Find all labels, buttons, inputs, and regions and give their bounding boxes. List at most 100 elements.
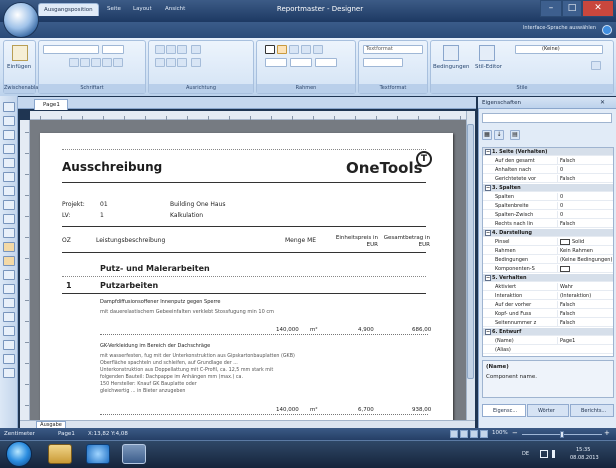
property-row[interactable]: (Name) Page1 [483,337,613,345]
property-row[interactable]: Pinsel Solid [483,238,613,246]
align-top-center-button[interactable] [166,45,176,54]
rich-text-tool-icon[interactable] [3,130,15,140]
property-value[interactable]: (Interaktion) [557,292,613,300]
property-row[interactable]: Spalten-Zwisch 0 [483,211,613,219]
object-selector-combo[interactable] [482,113,612,123]
start-button[interactable] [6,441,32,467]
maximize-button[interactable]: □ [562,0,582,17]
border-left-button[interactable] [289,45,299,54]
border-all-button[interactable] [265,45,275,54]
tab-page1[interactable]: Page1 [34,99,68,110]
barcode-tool-icon[interactable] [3,340,15,350]
item2-line[interactable]: 150 Hersteller: Knauf GK Bauplatte oder [100,382,197,387]
cross-tab-icon[interactable] [3,312,15,322]
clock-time[interactable]: 15:35 [576,447,590,453]
property-value[interactable]: Wahr [557,283,613,291]
reportmaster-icon[interactable] [122,444,146,464]
network-icon[interactable] [540,450,548,458]
property-category[interactable]: −3. Spalten [483,184,613,192]
property-row[interactable]: (Alias) [483,346,613,354]
item2-line[interactable]: folgenden Bauteil: Dachpappe im Anhängen… [100,375,243,380]
align-right-button[interactable] [177,58,187,67]
property-row[interactable]: Aktiviert Wahr [483,283,613,291]
property-row[interactable]: Auf der vorher Falsch [483,301,613,309]
style-editor-label[interactable]: Stil-Editor [475,64,502,70]
item2-line[interactable]: Unterkonstruktion aus Doppellattung mit … [100,368,273,373]
align-center-button[interactable] [166,58,176,67]
property-row[interactable]: Anhalten nach 0 [483,166,613,174]
property-row[interactable]: Interaktion (Interaktion) [483,292,613,300]
lv-name[interactable]: Kalkulation [170,212,203,219]
item2-unit-price[interactable]: 6,700 [358,407,374,413]
tab-seite[interactable]: Seite [102,3,126,16]
align-left-button[interactable] [155,58,165,67]
tab-ansicht[interactable]: Ansicht [160,3,190,16]
view-normal-icon[interactable] [450,430,458,438]
item2-unit[interactable]: m² [310,407,318,413]
font-color-button[interactable] [102,58,112,67]
section-title[interactable]: Putz- und Malerarbeiten [100,264,210,273]
font-grow-button[interactable] [113,58,123,67]
style-dropdown-button[interactable] [591,61,601,70]
align-justify-button[interactable] [191,45,201,54]
explorer-icon[interactable] [48,444,72,464]
group-header-icon[interactable] [3,270,15,280]
view-page-icon[interactable] [460,430,468,438]
shape-tool-icon[interactable] [3,368,15,378]
conditions-icon[interactable] [443,45,459,61]
collapse-icon[interactable]: − [485,275,491,281]
property-value[interactable]: 0 [557,202,613,210]
collapse-icon[interactable]: − [485,185,491,191]
property-value[interactable]: Falsch [557,220,613,228]
property-value[interactable]: Falsch [557,310,613,318]
item1-total[interactable]: 686,00 [412,327,431,333]
footer-band-icon[interactable] [3,256,15,266]
tab-woerter[interactable]: Wörter [527,404,569,417]
collapse-icon[interactable]: − [485,329,491,335]
property-value[interactable]: Falsch [557,157,613,165]
view-fit-icon[interactable] [470,430,478,438]
property-row[interactable]: Auf den gesamt Falsch [483,157,613,165]
property-value[interactable]: Falsch [557,319,613,327]
page-title[interactable]: Ausschreibung [62,160,162,174]
interface-language-selector[interactable]: Interface-Sprache auswählen [504,25,596,35]
font-name-combo[interactable] [43,45,99,54]
property-value[interactable]: Kein Rahmen [557,247,613,255]
property-value[interactable] [557,265,613,273]
property-value[interactable]: 0 [557,166,613,174]
property-row[interactable]: Seitennummer z Falsch [483,319,613,327]
conditions-label[interactable]: Bedingungen [433,64,470,70]
property-row[interactable]: Kopf- und Fuss Falsch [483,310,613,318]
pin-icon[interactable]: ✕ [600,99,612,107]
report-page[interactable]: Ausschreibung OneTools T Projekt: 01 Bui… [40,133,453,433]
zoom-in-button[interactable]: + [604,430,612,438]
style-combo[interactable]: (Keine) [515,45,603,54]
property-category[interactable]: −1. Seite (Verhalten) [483,148,613,156]
color-swatch[interactable] [560,238,570,245]
item1-quantity[interactable]: 140,000 [276,327,299,333]
style-editor-icon[interactable] [479,45,495,61]
textformat-combo[interactable]: Textformat [363,45,423,54]
zoom-out-button[interactable]: − [512,430,520,438]
item2-title[interactable]: GK-Verkleidung im Bereich der Dachschräg… [100,343,210,349]
color-swatch[interactable] [560,265,570,272]
checkbox-tool-icon[interactable] [3,354,15,364]
rectangle-tool-icon[interactable] [3,172,15,182]
property-value[interactable]: 0 [557,193,613,201]
property-row[interactable]: Rahmen Kein Rahmen [483,247,613,255]
item2-line[interactable]: Oberfläche spachteln und schleifen, auf … [100,361,238,366]
table-tool-icon[interactable] [3,200,15,210]
image-tool-icon[interactable] [3,144,15,154]
subsection-title[interactable]: Putzarbeiten [100,281,158,290]
font-size-combo[interactable] [102,45,124,54]
minimize-button[interactable]: – [540,0,562,17]
line-style-combo[interactable] [315,58,337,67]
status-unit[interactable]: Zentimeter [4,428,35,440]
paste-label[interactable]: Einfügen [7,64,31,70]
vertical-scrollbar-thumb[interactable] [467,124,474,379]
help-icon[interactable] [602,25,612,35]
property-value[interactable]: Falsch [557,301,613,309]
property-value[interactable]: Falsch [557,175,613,183]
italic-button[interactable] [80,58,90,67]
brand-logo-text[interactable]: OneTools [346,159,423,177]
